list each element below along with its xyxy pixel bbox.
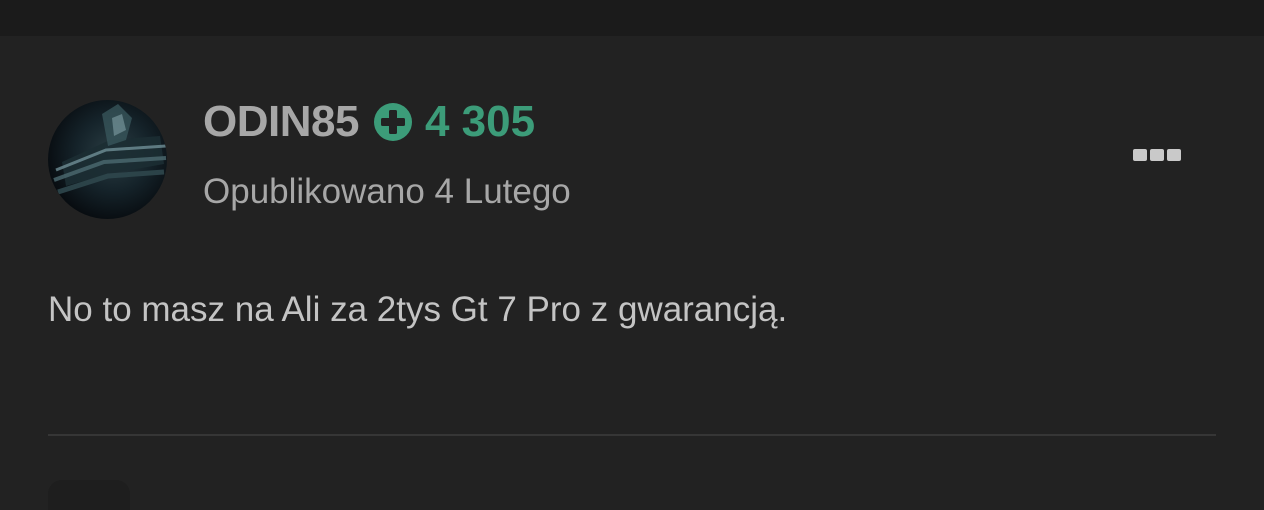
reputation-plus-icon [373, 102, 413, 142]
post-content: No to masz na Ali za 2tys Gt 7 Pro z gwa… [48, 290, 788, 329]
more-options-icon[interactable] [1126, 136, 1188, 174]
author-username[interactable]: ODIN85 [203, 97, 359, 147]
post-author-row: ODIN85 4 305 [203, 94, 535, 150]
post-date[interactable]: Opublikowano 4 Lutego [203, 172, 571, 212]
forum-post: ODIN85 4 305 Opublikowano 4 Lutego No to… [0, 36, 1264, 510]
post-divider [48, 434, 1216, 436]
next-post-avatar [48, 480, 130, 510]
more-options-dot [1150, 149, 1164, 161]
user-avatar[interactable] [48, 100, 167, 219]
reputation-count: 4 305 [424, 97, 536, 146]
more-options-dot [1133, 149, 1147, 161]
top-bar [0, 0, 1264, 36]
more-options-dot [1167, 149, 1181, 161]
